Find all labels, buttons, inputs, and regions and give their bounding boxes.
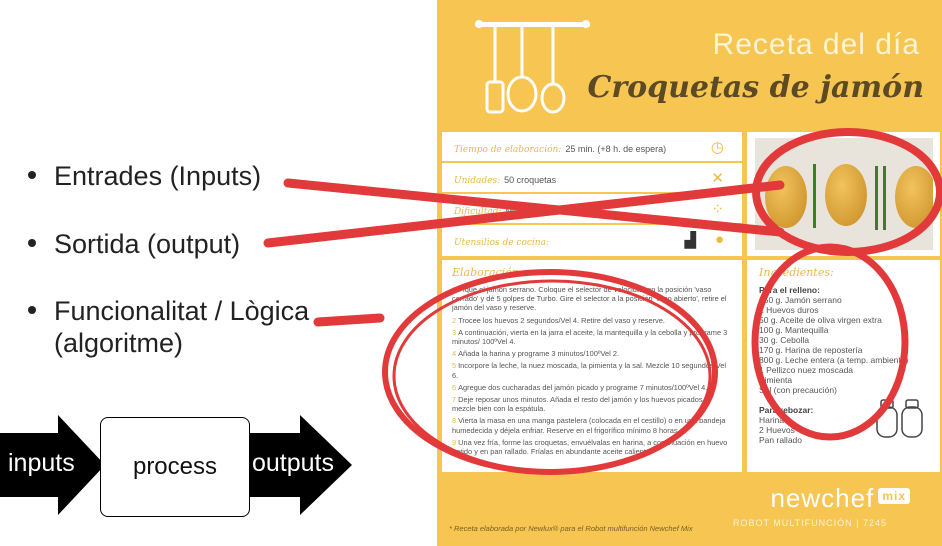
- step-9: 9 Una vez fría, forme las croquetas, envu…: [452, 437, 728, 457]
- bullet-inputs: Entrades (Inputs): [28, 160, 261, 192]
- info-row-units: Unidades: 50 croquetas ✕: [442, 163, 742, 194]
- clock-icon: ◷: [710, 139, 724, 156]
- ingredient-item: 50 g. Aceite de oliva virgen extra: [759, 315, 882, 325]
- elaboracion-panel: Elaboración: 1 Pique el jamón serrano. Co…: [442, 260, 742, 472]
- ingredient-item: 30 g. Cebolla: [759, 335, 810, 345]
- ingredient-item: 2 Huevos duros: [759, 305, 819, 315]
- outputs-label: outputs: [252, 449, 335, 477]
- dots-icon: ⁘: [711, 201, 724, 218]
- info-row-tools: Utensilios de cocina: ▟ ●: [454, 231, 724, 249]
- croquetas-photo: [747, 132, 940, 256]
- step-5: 5 Incorpore la leche, la nuez moscada, la…: [452, 361, 726, 380]
- recipe-info-box: Tiempo de elaboración: 25 min. (+8 h. de …: [442, 132, 742, 256]
- robot-icon: ▟: [684, 232, 696, 249]
- bullet-logic: Funcionalitat / Lògica (algoritme): [28, 295, 309, 359]
- utensils-icon: ✕: [711, 170, 724, 187]
- recipe-footnote: * Receta elaborada por Newlux® para el R…: [449, 524, 693, 533]
- step-8: 8 Vierta la masa en una manga pastelera (…: [452, 416, 726, 435]
- info-row-time: Tiempo de elaboración: 25 min. (+8 h. de …: [442, 132, 742, 163]
- recipe-card: Receta del día Croquetas de jamón Tiempo…: [437, 0, 942, 546]
- inputs-label: inputs: [8, 449, 75, 477]
- recipe-title: Croquetas de jamón: [587, 70, 924, 105]
- bullet-logic-line2: (algoritme): [54, 328, 184, 358]
- ingredient-item: Sal (con precaución): [759, 385, 837, 395]
- process-box: process: [100, 417, 250, 517]
- annotation-line-logic: [313, 313, 385, 327]
- info-row-difficulty: Dificultad: Media ⁘: [442, 194, 742, 225]
- step-4: 4 Añada la harina y programe 3 minutos/10…: [452, 349, 620, 359]
- process-label: process: [132, 453, 218, 480]
- kitchen-utensils-icon: [475, 20, 590, 114]
- elaboracion-title: Elaboración:: [452, 266, 523, 279]
- step-2: 2 Trocee los huevos 2 segundos/Vel 4. Ret…: [452, 315, 665, 325]
- relleno-title: Para el relleno:: [759, 285, 820, 295]
- brand-subtitle: ROBOT MULTIFUNCIÓN | 7245: [732, 518, 887, 528]
- step-6: 6 Agregue dos cucharadas del jamón picado…: [452, 382, 708, 392]
- salt-pepper-icon: [876, 399, 923, 438]
- ingredient-item: 150 g. Jamón serrano: [759, 295, 842, 305]
- ingredient-item: 170 g. Harina de repostería: [759, 345, 863, 355]
- ingredientes-panel: Ingredientes: Para el relleno: 150 g. Ja…: [747, 260, 940, 472]
- step-3: 3A continuación, vierta en la jarra el a…: [452, 327, 728, 347]
- ingredient-item: 800 g. Leche entera (a temp. ambiente): [759, 355, 909, 365]
- ingredient-item: 1 Pellizco nuez moscada: [759, 365, 854, 375]
- ingredientes-title: Ingredientes:: [759, 266, 834, 279]
- bullet-output: Sortida (output): [28, 228, 240, 260]
- step-7: 7 Deje reposar unos minutos. Añada el res…: [452, 395, 709, 414]
- ipo-diagram: inputs process outputs: [0, 415, 360, 520]
- pan-icon: ●: [714, 231, 724, 248]
- ingredient-item: 100 g. Mantequilla: [759, 325, 829, 335]
- brand-logo: newchef mix: [770, 483, 910, 514]
- recipe-title-day: Receta del día: [712, 28, 920, 61]
- ingredient-item: Pimienta: [759, 375, 793, 385]
- step-1: 1 Pique el jamón serrano. Coloque el sele…: [452, 285, 727, 313]
- brand-badge: mix: [878, 488, 910, 505]
